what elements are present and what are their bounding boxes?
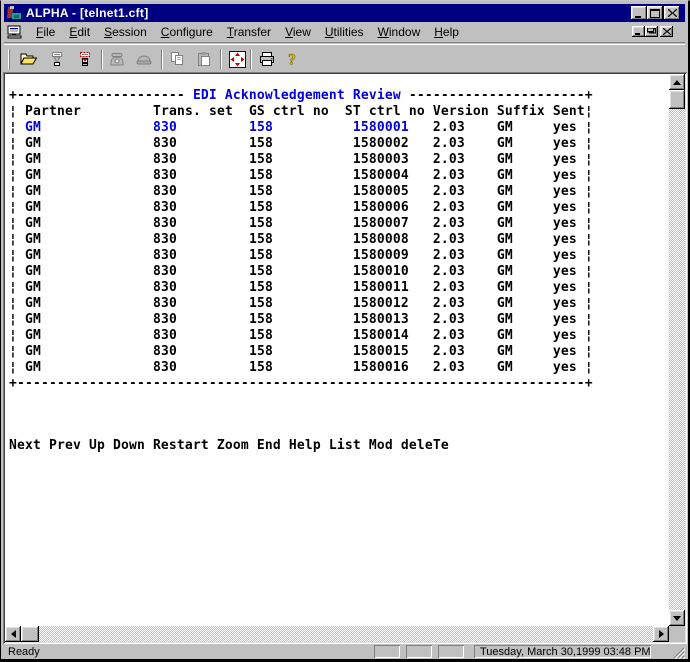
table-row: ¦ GM 830 158 1580005 2.03 GM yes ¦ (9, 184, 593, 200)
menu-window[interactable]: Window (371, 23, 428, 41)
hangup-icon (136, 51, 152, 67)
close-button[interactable] (664, 6, 680, 20)
status-bar: Ready Tuesday, March 30,1999 03:48 PM (3, 644, 686, 660)
table-row: ¦ GM 830 158 1580001 2.03 GM yes ¦ (9, 120, 593, 136)
print-button[interactable] (254, 46, 280, 72)
table-row: ¦ GM 830 158 1580004 2.03 GM yes ¦ (9, 168, 593, 184)
table-row: ¦ GM 830 158 1580009 2.03 GM yes ¦ (9, 248, 593, 264)
table-row: ¦ GM 830 158 1580015 2.03 GM yes ¦ (9, 344, 593, 360)
left-arrow-icon (11, 630, 16, 638)
help-icon: ? (284, 51, 300, 67)
menu-help[interactable]: Help (427, 23, 466, 41)
scroll-up-button[interactable] (669, 74, 685, 90)
table-row: ¦ GM 830 158 1580008 2.03 GM yes ¦ (9, 232, 593, 248)
status-panel (438, 645, 464, 658)
toolbar-separator (220, 49, 222, 69)
title-bar[interactable]: ALPHA - [telnet1.cft] (4, 4, 685, 22)
window-title: ALPHA - [telnet1.cft] (26, 6, 149, 20)
mdi-minimize-button[interactable] (632, 26, 645, 37)
toolbar: ? (4, 44, 685, 72)
vertical-scrollbar[interactable] (669, 74, 685, 626)
copy-icon (169, 51, 185, 67)
menu-view[interactable]: View (278, 23, 318, 41)
full-screen-icon (229, 51, 246, 68)
send-setup-icon (78, 51, 92, 67)
terminal-screen[interactable]: +--------------------- EDI Acknowledgeme… (5, 74, 669, 626)
resize-grip-icon[interactable] (673, 647, 685, 659)
table-row: ¦ GM 830 158 1580007 2.03 GM yes ¦ (9, 216, 593, 232)
print-icon (259, 51, 275, 67)
up-arrow-icon (673, 80, 681, 85)
status-datetime: Tuesday, March 30,1999 03:48 PM (474, 645, 651, 658)
send-setup-button[interactable] (72, 46, 98, 72)
menu-edit[interactable]: Edit (62, 23, 97, 41)
menu-transfer[interactable]: Transfer (220, 23, 278, 41)
scroll-left-button[interactable] (5, 626, 21, 642)
mdi-restore-button[interactable] (645, 26, 658, 37)
menu-file[interactable]: File (29, 23, 62, 41)
menu-bar: File Edit Session Configure Transfer Vie… (4, 22, 685, 43)
dial-button[interactable] (104, 46, 130, 72)
client-area: +--------------------- EDI Acknowledgeme… (3, 72, 687, 644)
terminal-box-title: +--------------------- EDI Acknowledgeme… (9, 88, 593, 104)
svg-text:?: ? (288, 52, 296, 68)
paste-button[interactable] (191, 46, 217, 72)
table-row: ¦ GM 830 158 1580016 2.03 GM yes ¦ (9, 360, 593, 376)
table-row: ¦ GM 830 158 1580011 2.03 GM yes ¦ (9, 280, 593, 296)
table-row: ¦ GM 830 158 1580002 2.03 GM yes ¦ (9, 136, 593, 152)
minimize-button[interactable] (631, 6, 647, 20)
scroll-right-button[interactable] (653, 626, 669, 642)
help-button[interactable]: ? (279, 46, 305, 72)
open-file-icon (20, 51, 37, 67)
status-panel (406, 645, 432, 658)
table-row: ¦ GM 830 158 1580014 2.03 GM yes ¦ (9, 328, 593, 344)
status-message: Ready (8, 646, 40, 658)
table-row: ¦ GM 830 158 1580012 2.03 GM yes ¦ (9, 296, 593, 312)
dial-icon (109, 51, 125, 67)
toolbar-separator (250, 49, 252, 69)
open-file-button[interactable] (15, 46, 41, 72)
copy-button[interactable] (164, 46, 190, 72)
menu-configure[interactable]: Configure (154, 23, 220, 41)
down-arrow-icon (673, 616, 681, 621)
receive-setup-icon (50, 51, 64, 67)
app-window: ALPHA - [telnet1.cft] File Edit Session … (0, 0, 690, 662)
terminal-table-header: ¦ Partner Trans. set GS ctrl no ST ctrl … (9, 104, 593, 120)
menu-session[interactable]: Session (97, 23, 154, 41)
table-row: ¦ GM 830 158 1580006 2.03 GM yes ¦ (9, 200, 593, 216)
mdi-close-button[interactable] (660, 26, 673, 37)
horizontal-scrollbar[interactable] (5, 626, 669, 642)
full-screen-button[interactable] (224, 46, 250, 72)
right-arrow-icon (659, 630, 664, 638)
scroll-down-button[interactable] (669, 610, 685, 626)
maximize-button[interactable] (647, 6, 663, 20)
status-panel (374, 645, 400, 658)
app-icon (6, 5, 22, 21)
table-row: ¦ GM 830 158 1580003 2.03 GM yes ¦ (9, 152, 593, 168)
menu-utilities[interactable]: Utilities (318, 23, 371, 41)
hangup-button[interactable] (131, 46, 157, 72)
toolbar-separator (161, 49, 163, 69)
terminal-command-line: Next Prev Up Down Restart Zoom End Help … (9, 438, 449, 454)
receive-setup-button[interactable] (44, 46, 70, 72)
table-row: ¦ GM 830 158 1580010 2.03 GM yes ¦ (9, 264, 593, 280)
document-system-icon[interactable] (7, 24, 23, 40)
table-row: ¦ GM 830 158 1580013 2.03 GM yes ¦ (9, 312, 593, 328)
horizontal-scroll-thumb[interactable] (21, 626, 39, 642)
paste-icon (196, 51, 212, 67)
terminal-box-bottom: +---------------------------------------… (9, 376, 593, 392)
toolbar-separator (101, 49, 103, 69)
vertical-scroll-thumb[interactable] (669, 90, 685, 109)
toolbar-grip[interactable] (8, 49, 10, 69)
